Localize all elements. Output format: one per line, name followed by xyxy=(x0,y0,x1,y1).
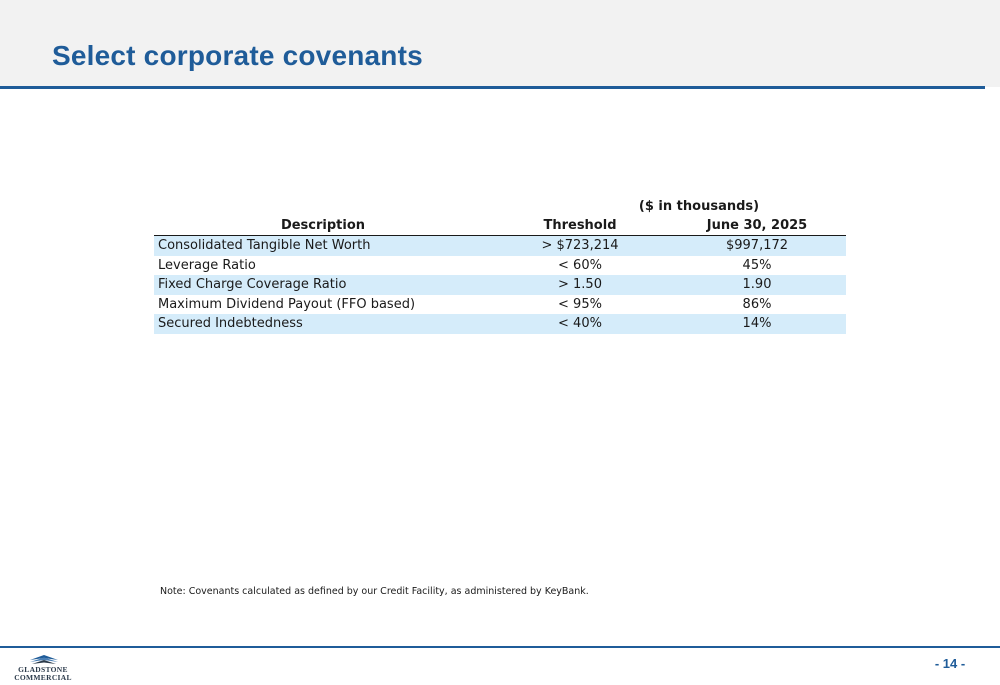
table-row: Leverage Ratio < 60% 45% xyxy=(154,256,846,276)
column-header-date: June 30, 2025 xyxy=(668,217,846,236)
table-row: Maximum Dividend Payout (FFO based) < 95… xyxy=(154,295,846,315)
cell-threshold: > $723,214 xyxy=(492,235,668,256)
cell-description: Secured Indebtedness xyxy=(154,314,492,334)
cell-value: 1.90 xyxy=(668,275,846,295)
page-number: - 14 - xyxy=(934,656,966,671)
table-row: Secured Indebtedness < 40% 14% xyxy=(154,314,846,334)
cell-value: 45% xyxy=(742,257,772,273)
cell-value: 14% xyxy=(668,314,846,334)
cell-value: 86% xyxy=(742,296,772,312)
footer-divider xyxy=(0,646,1000,648)
header-divider xyxy=(0,86,985,89)
table-row: Consolidated Tangible Net Worth > $723,2… xyxy=(154,235,846,256)
cell-threshold: < 95% xyxy=(558,296,602,312)
logo-mark-icon xyxy=(30,655,58,664)
cell-threshold: > 1.50 xyxy=(492,275,668,295)
company-logo: GLADSTONE COMMERCIAL xyxy=(8,655,78,683)
table-row: Fixed Charge Coverage Ratio > 1.50 1.90 xyxy=(154,275,846,295)
cell-value: $997,172 xyxy=(668,235,846,256)
cell-description: Fixed Charge Coverage Ratio xyxy=(154,275,492,295)
page-title: Select corporate covenants xyxy=(52,40,423,71)
cell-threshold: < 40% xyxy=(492,314,668,334)
cell-description: Leverage Ratio xyxy=(158,257,256,273)
column-header-threshold: Threshold xyxy=(492,217,668,236)
logo-text-line2: COMMERCIAL xyxy=(14,673,72,682)
cell-description: Consolidated Tangible Net Worth xyxy=(154,235,492,256)
cell-description: Maximum Dividend Payout (FFO based) xyxy=(158,296,416,312)
column-header-description: Description xyxy=(154,217,492,236)
units-caption: ($ in thousands) xyxy=(638,199,760,214)
cell-threshold: < 60% xyxy=(558,257,602,273)
covenants-table: Description Threshold June 30, 2025 Cons… xyxy=(154,217,846,334)
table-header-row: Description Threshold June 30, 2025 xyxy=(154,217,846,236)
footnote: Note: Covenants calculated as defined by… xyxy=(160,586,589,597)
